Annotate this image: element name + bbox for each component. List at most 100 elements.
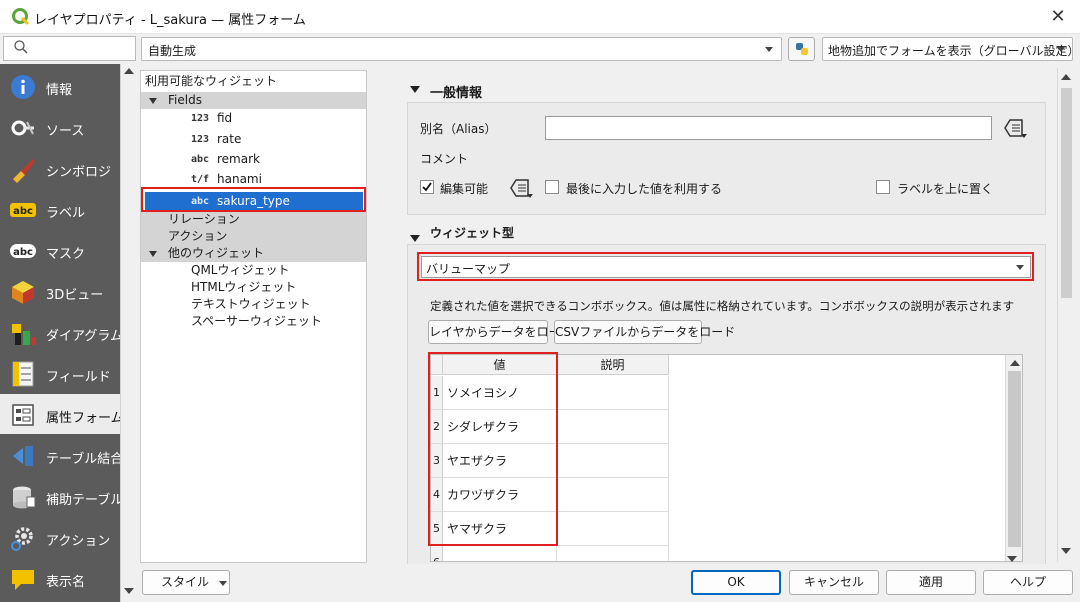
label-on-top-checkbox[interactable] [876,180,890,194]
scroll-down-icon[interactable] [124,588,134,594]
reuse-last-value-checkbox[interactable] [545,180,559,194]
editable-checkbox[interactable] [420,180,434,194]
diagram-icon [12,324,36,345]
chevron-down-icon[interactable] [149,251,157,257]
field-name: hanami [217,172,262,186]
field-name: sakura_type [217,194,290,208]
expression-icon[interactable] [508,177,534,199]
tree-item-qml-widget[interactable]: QMLウィジェット [141,262,366,279]
nav-item-info[interactable]: 情報 [0,66,120,106]
nav-label: アクション [46,534,111,549]
form-suppress-select[interactable]: 地物追加でフォームを表示（グローバル設定） [822,37,1080,61]
ok-button[interactable]: OK [691,570,781,595]
tree-node-relations[interactable]: リレーション [141,211,366,228]
field-type-badge: 123 [191,134,210,145]
splitter-handle[interactable] [374,68,388,562]
scroll-up-icon[interactable] [1061,74,1071,80]
column-header-description[interactable]: 説明 [557,355,669,375]
tree-field-sakura-type[interactable]: abc sakura_type [145,192,363,211]
3d-cube-icon [12,281,34,304]
panel-scrollbar[interactable] [1057,68,1074,562]
scroll-up-icon[interactable] [124,68,134,74]
description-cell[interactable] [557,512,669,546]
nav-item-attribute-form[interactable]: 属性フォーム [0,394,124,434]
value-cell[interactable]: シダレザクラ [443,410,557,444]
value-cell[interactable]: ソメイヨシノ [443,376,557,410]
cancel-button[interactable]: キャンセル [789,570,879,595]
display-bubble-icon [12,570,34,590]
apply-button[interactable]: 適用 [886,570,976,595]
layout-mode-select[interactable]: 自動生成 [141,37,782,61]
fields-icon [12,361,34,387]
help-button[interactable]: ヘルプ [983,570,1073,595]
load-from-csv-button[interactable]: CSVファイルからデータをロード [554,320,735,344]
chevron-down-icon [1016,265,1024,270]
tree-item-text-widget[interactable]: テキストウィジェット [141,296,366,313]
mask-abc-icon: abc [10,244,36,258]
description-cell[interactable] [557,478,669,512]
table-corner [431,355,443,375]
close-icon[interactable]: ✕ [1046,5,1070,29]
tree-node-actions[interactable]: アクション [141,228,366,245]
nav-item-diagrams[interactable]: ダイアグラム [0,312,123,352]
style-menu-button[interactable]: スタイル [142,570,230,595]
nav-scrollbar[interactable] [120,64,136,602]
tree-node-other-widgets[interactable]: 他のウィジェット [141,245,366,262]
widget-type-select[interactable]: バリューマップ [421,256,1031,278]
column-header-value[interactable]: 値 [443,355,557,375]
svg-text:abc: abc [13,206,33,217]
value-cell[interactable]: ヤマザクラ [443,512,557,546]
tree-node-fields[interactable]: Fields [141,92,366,109]
nav-item-display[interactable]: 表示名 [0,558,120,598]
table-scrollbar[interactable] [1005,355,1022,561]
scroll-thumb[interactable] [1061,88,1072,298]
description-cell[interactable] [557,410,669,444]
field-name: remark [217,152,260,166]
scroll-down-icon[interactable] [1007,556,1017,562]
value-cell[interactable]: カワヅザクラ [443,478,557,512]
nav-item-3d-view[interactable]: 3Dビュー [0,271,120,311]
description-cell[interactable] [557,444,669,478]
load-from-layer-button[interactable]: レイヤからデータをロード [428,320,573,344]
alias-input[interactable] [545,116,992,140]
nav-item-auxiliary-storage[interactable]: 補助テーブル [0,476,123,516]
search-input[interactable] [3,36,136,61]
python-init-button[interactable] [788,37,815,61]
chevron-down-icon[interactable] [149,98,157,104]
chevron-down-icon[interactable] [410,235,420,242]
field-name: fid [217,111,233,125]
scroll-up-icon[interactable] [1010,360,1020,366]
chevron-down-icon[interactable] [410,86,420,93]
alias-label: 別名（Alias） [420,122,497,136]
scroll-thumb[interactable] [1008,371,1021,547]
nav-label: ラベル [46,206,86,221]
tree-field-rate[interactable]: 123 rate [141,131,366,148]
value-cell[interactable] [443,546,557,561]
tree-item-label: HTMLウィジェット [191,280,297,294]
value-map-table[interactable]: 値 説明 1 ソメイヨシノ 2 シダレザクラ 3 ヤエザクラ 4 カワヅザクラ … [430,354,1023,562]
tree-item-html-widget[interactable]: HTMLウィジェット [141,279,366,296]
expression-icon[interactable] [1002,117,1028,139]
attribute-form-icon [12,404,34,426]
widget-type-value: バリューマップ [426,262,511,276]
chevron-down-icon [1057,47,1065,52]
nav-item-source[interactable]: ソース [0,107,120,147]
description-cell[interactable] [557,376,669,410]
row-number: 6 [431,546,443,561]
tree-field-remark[interactable]: abc remark [141,151,366,168]
nav-item-actions[interactable]: アクション [0,517,120,557]
nav-item-joins[interactable]: テーブル結合 [0,435,123,475]
scroll-down-icon[interactable] [1061,548,1071,554]
reuse-last-value-label: 最後に入力した値を利用する [566,182,723,196]
description-cell[interactable] [557,546,669,561]
available-widgets-tree[interactable]: 利用可能なウィジェット Fields 123 fid 123 rate abc … [140,70,367,563]
tree-field-fid[interactable]: 123 fid [141,110,366,127]
nav-item-symbology[interactable]: シンボロジ [0,148,120,188]
nav-item-labels[interactable]: abc ラベル [0,189,120,229]
tree-item-spacer-widget[interactable]: スペーサーウィジェット [141,313,366,330]
value-cell[interactable]: ヤエザクラ [443,444,557,478]
row-number: 3 [431,444,443,478]
tree-field-hanami[interactable]: t/f hanami [141,171,366,188]
nav-item-masks[interactable]: abc マスク [0,230,120,270]
nav-item-fields[interactable]: フィールド [0,353,120,393]
